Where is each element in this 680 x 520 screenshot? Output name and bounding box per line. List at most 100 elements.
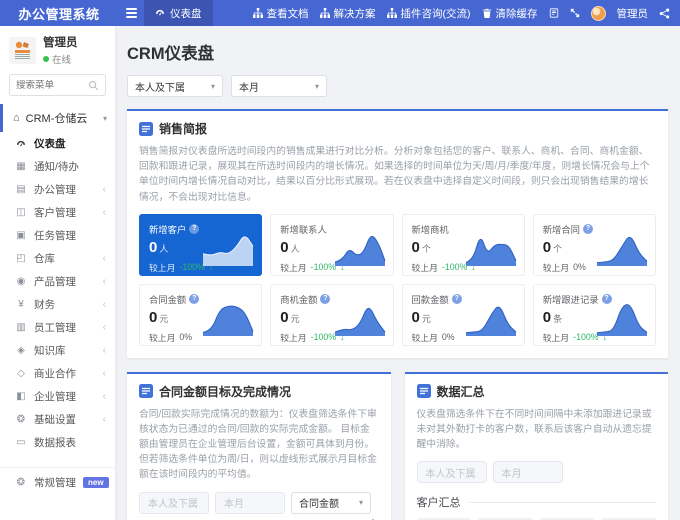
sidebar-item-finance[interactable]: ¥财务‹ xyxy=(0,293,115,316)
help-icon: ? xyxy=(320,294,330,304)
monitor-icon: ▭ xyxy=(15,438,27,448)
app-title: 办公管理系统 xyxy=(0,4,118,23)
main-content: CRM仪表盘 本人及下属▾本月▾ 销售简报 销售简报对仪表盘所选时间段内的销售成… xyxy=(115,26,680,520)
sidebar-item-notice[interactable]: ▦通知/待办 xyxy=(0,155,115,178)
header-link-solutions[interactable]: 解决方案 xyxy=(320,6,376,21)
sidebar-section-crm[interactable]: ⌂ CRM-仓储云 ▾ xyxy=(0,104,115,132)
sidebar-user: 管理员 在线 xyxy=(0,26,115,72)
change-value: 0% xyxy=(573,262,586,272)
target-card-description: 合同/回款实际完成情况的数额为：仪表盘筛选条件下审核状态为已通过的合同/回款的实… xyxy=(139,407,379,483)
header-link-label: 清除缓存 xyxy=(496,6,538,21)
sidebar-item-customers[interactable]: ◫客户管理‹ xyxy=(0,201,115,224)
filter-period[interactable]: 本月▾ xyxy=(231,75,327,97)
yen-icon: ¥ xyxy=(15,300,27,310)
menu-toggle-icon[interactable] xyxy=(118,0,144,26)
header-link-docs[interactable]: 查看文档 xyxy=(253,6,309,21)
stat-title-text: 合同金额 xyxy=(149,292,186,306)
chevron-collapsed-icon: ‹ xyxy=(103,207,106,218)
header-user-name[interactable]: 管理员 xyxy=(617,6,649,21)
compare-label: 较上月 xyxy=(280,261,306,274)
sidebar-item-label: 知识库 xyxy=(34,343,66,358)
user-status: 在线 xyxy=(43,52,78,66)
sidebar-item-label: 财务 xyxy=(34,297,55,312)
sidebar-item-general[interactable]: ❂常规管理new xyxy=(0,471,115,494)
search-input[interactable] xyxy=(16,80,88,91)
caret-down-icon: ▾ xyxy=(211,82,215,91)
summary-group-customers: 客户汇总新增客户0个转成交客户0个放入公海0个公海池领取0个 xyxy=(417,494,657,520)
search-icon xyxy=(88,80,99,91)
sidebar-item-label: 员工管理 xyxy=(34,320,76,335)
chevron-down-icon: ▾ xyxy=(103,114,107,123)
sidebar-item-products[interactable]: ◉产品管理‹ xyxy=(0,270,115,293)
tab-dashboard[interactable]: 仪表盘 xyxy=(144,0,213,26)
sidebar-item-office[interactable]: ▤办公管理‹ xyxy=(0,178,115,201)
stat-unit: 人 xyxy=(291,244,300,254)
help-icon: ? xyxy=(583,224,593,234)
sparkline-chart xyxy=(333,230,387,266)
top-header: 办公管理系统 仪表盘 查看文档解决方案插件咨询(交流) 清除缓存 管理员 xyxy=(0,0,680,26)
sidebar-item-cooperation[interactable]: ◇商业合作‹ xyxy=(0,362,115,385)
header-link-clear-cache[interactable]: 清除缓存 xyxy=(482,6,538,21)
sales-brief-card: 销售简报 销售简报对仪表盘所选时间段内的销售成果进行对比分析。分析对象包括您的客… xyxy=(127,109,668,358)
stat-card-payment-amount[interactable]: 回款金额?0元较上月0% xyxy=(402,284,525,346)
sidebar-item-knowledge[interactable]: ◈知识库‹ xyxy=(0,339,115,362)
sidebar-item-enterprise[interactable]: ◧企业管理‹ xyxy=(0,385,115,408)
stat-card-new-followups[interactable]: 新增跟进记录?0条较上月-100%↓ xyxy=(533,284,656,346)
stat-value: 0 xyxy=(412,239,420,256)
stat-title-text: 新增合同 xyxy=(543,222,580,236)
briefcase-icon: ▤ xyxy=(15,185,27,195)
header-link-plugin[interactable]: 插件咨询(交流) xyxy=(387,6,471,21)
user-avatar-small xyxy=(591,6,606,21)
tab-label: 仪表盘 xyxy=(170,6,202,21)
summary-group-title: 客户汇总 xyxy=(417,494,657,510)
sidebar-item-employees[interactable]: ▥员工管理‹ xyxy=(0,316,115,339)
target-card-header: 合同金额目标及完成情况 xyxy=(139,383,379,400)
metric-select-value: 合同金额 xyxy=(299,495,339,510)
header-actions: 查看文档解决方案插件咨询(交流) 清除缓存 管理员 xyxy=(253,6,680,21)
stat-value: 0 xyxy=(280,239,288,256)
stat-card-new-contacts[interactable]: 新增联系人0人较上月-100%↓ xyxy=(270,214,393,276)
divider xyxy=(469,502,657,503)
sitemap-icon xyxy=(320,8,330,18)
sparkline-chart xyxy=(595,230,649,266)
filter-scope[interactable]: 本人及下属▾ xyxy=(127,75,223,97)
share-icon[interactable] xyxy=(659,8,670,19)
stat-card-opportunity-amount[interactable]: 商机金额?0元较上月-100%↓ xyxy=(270,284,393,346)
stat-unit: 人 xyxy=(159,244,168,254)
handshake-icon: ◇ xyxy=(15,369,27,379)
box-icon: ◰ xyxy=(15,254,27,264)
stat-unit: 元 xyxy=(422,314,431,324)
log-icon[interactable] xyxy=(549,8,559,18)
stat-card-new-contracts[interactable]: 新增合同?0个较上月0% xyxy=(533,214,656,276)
sitemap-icon xyxy=(253,8,263,18)
change-value: 0% xyxy=(442,332,455,342)
sidebar-item-label: 客户管理 xyxy=(34,205,76,220)
book2-icon: ◈ xyxy=(15,346,27,356)
sidebar-item-label: 通知/待办 xyxy=(34,159,79,174)
sidebar-item-reports[interactable]: ▭数据报表 xyxy=(0,431,115,454)
stat-card-new-opportunities[interactable]: 新增商机0个较上月-100%↓ xyxy=(402,214,525,276)
stat-unit: 个 xyxy=(553,244,562,254)
building-icon: ◧ xyxy=(15,392,27,402)
compare-label: 较上月 xyxy=(543,261,569,274)
stat-card-new-customers[interactable]: 新增客户?0人较上月-100%↓ xyxy=(139,214,262,276)
sidebar-item-label: 基础设置 xyxy=(34,412,76,427)
help-icon: ? xyxy=(189,294,199,304)
sidebar-item-warehouse[interactable]: ◰仓库‹ xyxy=(0,247,115,270)
sidebar-item-dashboard[interactable]: 仪表盘 xyxy=(0,132,115,155)
home-icon: ⌂ xyxy=(13,113,20,124)
stat-card-contract-amount[interactable]: 合同金额?0元较上月0% xyxy=(139,284,262,346)
sales-brief-title: 销售简报 xyxy=(159,120,207,137)
user-avatar xyxy=(9,37,36,64)
chevron-collapsed-icon: ‹ xyxy=(103,368,106,379)
disabled-filter: 本人及下属 xyxy=(417,461,487,483)
metric-select[interactable]: 合同金额▾ xyxy=(291,492,371,514)
new-badge: new xyxy=(83,477,109,488)
fullscreen-icon[interactable] xyxy=(570,8,580,18)
sidebar-item-tasks[interactable]: ▣任务管理 xyxy=(0,224,115,247)
disabled-filter-text: 本人及下属 xyxy=(148,495,198,510)
gauge-icon xyxy=(15,139,27,149)
disabled-filter-text: 本月 xyxy=(224,495,244,510)
sidebar-item-label: 企业管理 xyxy=(34,389,76,404)
sidebar-item-settings[interactable]: ❂基础设置‹ xyxy=(0,408,115,431)
